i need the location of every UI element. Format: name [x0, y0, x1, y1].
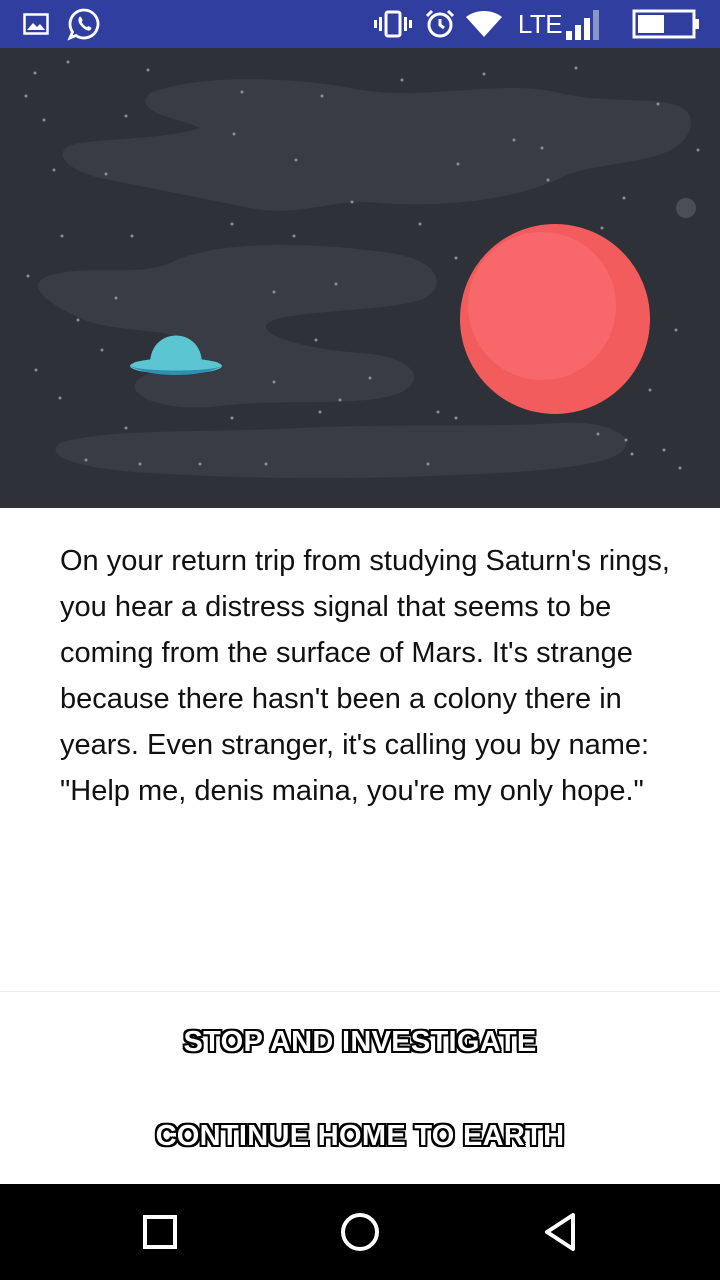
recents-icon[interactable] [130, 1202, 190, 1262]
mars-planet-icon [460, 224, 650, 414]
space-scene-svg [24, 60, 700, 479]
battery-icon [632, 0, 700, 48]
alarm-icon [424, 0, 456, 48]
network-type-label: LTE [517, 8, 563, 39]
space-scene-illustration [0, 48, 720, 508]
signal-icon [564, 0, 604, 48]
back-icon[interactable] [530, 1202, 590, 1262]
distant-moon [676, 198, 696, 218]
app-screen: LTE On your return trip from studying Sa… [0, 0, 720, 1280]
whatsapp-icon [66, 0, 102, 48]
navigation-bar [0, 1184, 720, 1280]
choices-divider [0, 991, 720, 992]
vibrate-icon [374, 0, 412, 48]
home-icon[interactable] [330, 1202, 390, 1262]
wifi-icon [466, 0, 502, 48]
stop-and-investigate-button[interactable]: STOP AND INVESTIGATE [0, 1002, 720, 1082]
status-bar: LTE [0, 0, 720, 48]
continue-home-button[interactable]: CONTINUE HOME TO EARTH [0, 1096, 720, 1176]
story-text: On your return trip from studying Saturn… [60, 545, 670, 807]
gallery-icon [22, 0, 50, 48]
